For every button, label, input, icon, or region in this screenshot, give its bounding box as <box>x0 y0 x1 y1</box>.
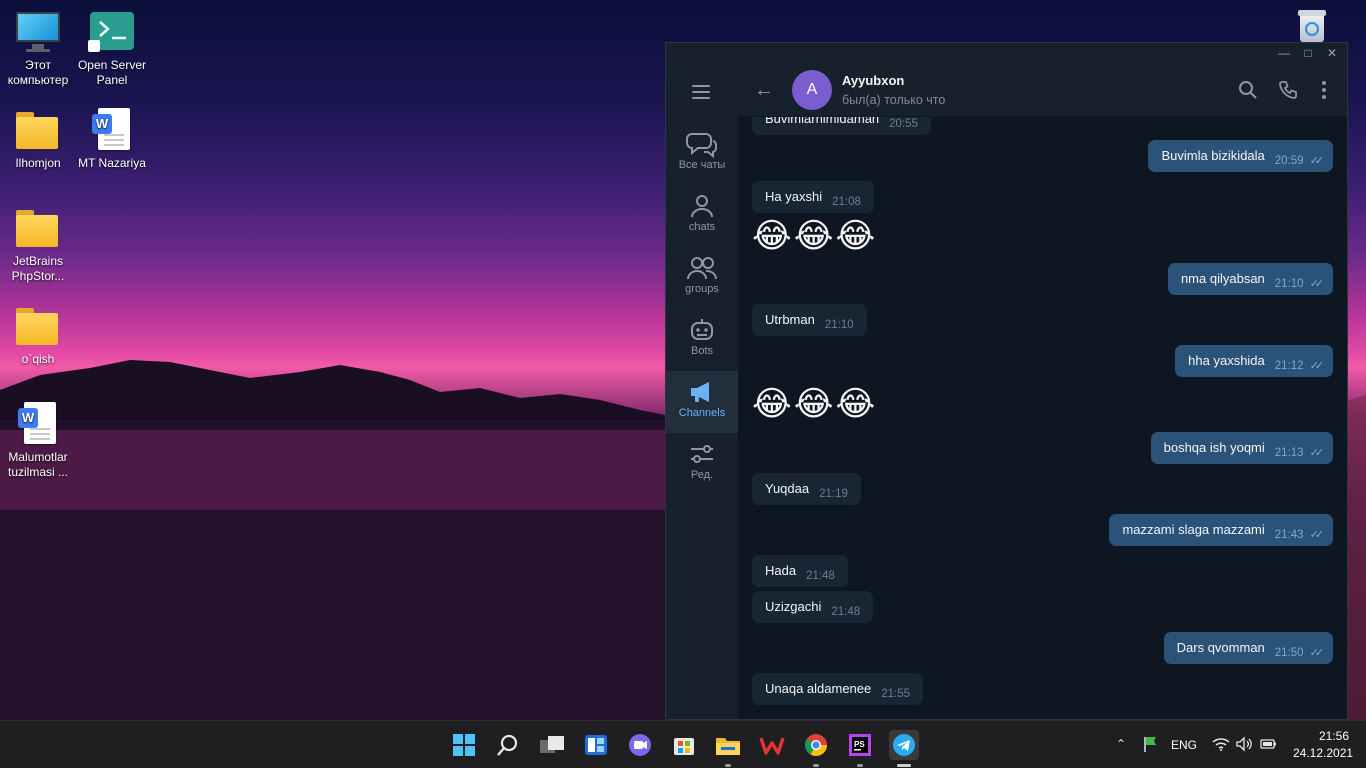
message-outgoing[interactable]: Buvimla bizikidala 20:59 ✓✓ <box>1148 140 1333 172</box>
taskbar: PS ⌃ ENG 21:56 24.12.2021 <box>0 720 1366 768</box>
wps-office-icon[interactable] <box>757 730 787 760</box>
peer-status: был(а) только что <box>842 93 946 107</box>
message-outgoing[interactable]: Dars qvomman 21:50 ✓✓ <box>1163 632 1333 664</box>
desktop-icon-mt-nazariya[interactable]: W MT Nazariya <box>74 108 150 171</box>
clock-time[interactable]: 21:56 <box>1319 729 1349 743</box>
folder-groups[interactable]: groups <box>666 247 738 309</box>
emoji-message[interactable]: 😂😂😂 <box>752 384 877 424</box>
desktop-icon-label: JetBrains PhpStor... <box>11 254 65 283</box>
peer-name[interactable]: Ayyubxon <box>842 73 904 88</box>
message-incoming[interactable]: Yuqdaa 21:19 <box>752 473 861 505</box>
message-incoming[interactable]: Hada 21:48 <box>752 555 848 587</box>
telegram-taskbar-icon[interactable] <box>889 730 919 767</box>
double-check-icon: ✓✓ <box>1309 360 1325 372</box>
phpstorm-icon[interactable]: PS <box>845 730 875 767</box>
folder-label: Bots <box>690 345 713 357</box>
desktop-icon-folder-oqish[interactable]: o`qish <box>0 304 76 367</box>
folder-channels[interactable]: Channels <box>666 371 738 433</box>
desktop-icon-open-server[interactable]: Open Server Panel <box>74 10 150 88</box>
word-document-icon: W <box>14 402 62 446</box>
terminal-icon <box>88 10 136 54</box>
svg-text:PS: PS <box>854 740 865 749</box>
double-check-icon: ✓✓ <box>1309 647 1325 659</box>
desktop-icon-folder-jetbrains[interactable]: JetBrains PhpStor... <box>0 206 76 284</box>
chat-header: ← A Ayyubxon был(а) только что <box>738 63 1347 117</box>
avatar[interactable]: A <box>792 70 832 110</box>
folder-label: groups <box>685 283 719 295</box>
monitor-icon <box>14 10 62 54</box>
folder-edit[interactable]: Ред. <box>666 433 738 495</box>
person-icon <box>666 191 738 221</box>
word-document-icon: W <box>88 108 136 152</box>
message-incoming[interactable]: Ha yaxshi 21:08 <box>752 181 874 213</box>
wifi-icon[interactable] <box>1212 736 1230 752</box>
folder-label: Ред. <box>690 469 714 481</box>
input-language[interactable]: ENG <box>1171 738 1197 752</box>
more-options-icon[interactable] <box>1313 79 1335 101</box>
desktop-icon-label: o`qish <box>21 352 55 366</box>
menu-icon[interactable] <box>692 85 710 99</box>
folder-label: Channels <box>678 407 726 419</box>
message-outgoing[interactable]: mazzami slaga mazzami 21:43 ✓✓ <box>1109 514 1333 546</box>
chat-bubbles-icon <box>666 129 738 159</box>
folder-all-chats[interactable]: Все чаты <box>666 123 738 185</box>
folder-label: chats <box>688 221 716 233</box>
desktop-icon-label: Этот компьютер <box>7 58 69 87</box>
search-icon[interactable] <box>493 730 523 760</box>
telegram-window[interactable]: — □ ✕ Все чаты chats groups Bots Channel… <box>665 42 1348 720</box>
message-outgoing[interactable]: hha yaxshida 21:12 ✓✓ <box>1175 345 1333 377</box>
folder-bots[interactable]: Bots <box>666 309 738 371</box>
message-outgoing[interactable]: boshqa ish yoqmi 21:13 ✓✓ <box>1150 432 1333 464</box>
battery-icon[interactable] <box>1260 737 1278 751</box>
start-icon[interactable] <box>449 730 479 760</box>
folder-label: Все чаты <box>678 159 726 171</box>
file-explorer-icon[interactable] <box>713 730 743 767</box>
double-check-icon: ✓✓ <box>1309 278 1325 290</box>
message-list[interactable]: Buvimlarnimidaman 20:55 Buvimla bizikidal… <box>738 117 1347 719</box>
desktop-icon-label: Ilhomjon <box>15 156 61 170</box>
double-check-icon: ✓✓ <box>1309 529 1325 541</box>
task-view-icon[interactable] <box>537 730 567 760</box>
folders-sidebar: Все чаты chats groups Bots Channels Ред. <box>666 63 738 719</box>
message-outgoing[interactable]: nma qilyabsan 21:10 ✓✓ <box>1167 263 1333 295</box>
close-icon[interactable]: ✕ <box>1321 45 1343 61</box>
clock-date[interactable]: 24.12.2021 <box>1293 746 1353 760</box>
desktop-icon-folder-ilhomjon[interactable]: Ilhomjon <box>0 108 76 171</box>
emoji-message[interactable]: 😂😂😂 <box>752 216 877 256</box>
desktop-icon-label: Open Server Panel <box>77 58 147 87</box>
chrome-icon[interactable] <box>801 730 831 767</box>
phone-icon[interactable] <box>1277 79 1299 101</box>
back-arrow-icon[interactable]: ← <box>754 80 774 100</box>
people-icon <box>666 253 738 283</box>
message-incoming[interactable]: Uzizgachi 21:48 <box>752 591 874 623</box>
robot-icon <box>666 315 738 345</box>
chevron-up-icon[interactable]: ⌃ <box>1116 737 1126 751</box>
desktop-icon-this-pc[interactable]: Этот компьютер <box>0 10 76 88</box>
volume-icon[interactable] <box>1236 736 1252 752</box>
window-titlebar[interactable]: — □ ✕ <box>666 43 1347 63</box>
folder-chats[interactable]: chats <box>666 185 738 247</box>
double-check-icon: ✓✓ <box>1309 447 1325 459</box>
desktop-icon-label: MT Nazariya <box>78 156 146 170</box>
teams-chat-icon[interactable] <box>625 730 655 760</box>
flag-icon[interactable] <box>1142 735 1158 753</box>
megaphone-icon <box>666 377 738 407</box>
recycle-bin-icon[interactable] <box>1292 8 1332 42</box>
folder-icon <box>14 304 62 348</box>
message-incoming[interactable]: Buvimlarnimidaman 20:55 <box>752 117 931 135</box>
widgets-icon[interactable] <box>581 730 611 760</box>
desktop-icon-label: Malumotlar tuzilmasi ... <box>7 450 68 479</box>
message-incoming[interactable]: Utrbman 21:10 <box>752 304 867 336</box>
minimize-icon[interactable]: — <box>1273 45 1295 61</box>
folder-icon <box>14 206 62 250</box>
search-icon[interactable] <box>1237 79 1259 101</box>
desktop-icon-malumotlar[interactable]: W Malumotlar tuzilmasi ... <box>0 402 76 480</box>
sliders-icon <box>666 439 738 469</box>
message-incoming[interactable]: Unaqa aldamenee 21:55 <box>752 673 924 705</box>
maximize-icon[interactable]: □ <box>1297 45 1319 61</box>
folder-icon <box>14 108 62 152</box>
double-check-icon: ✓✓ <box>1309 155 1325 167</box>
microsoft-store-icon[interactable] <box>669 730 699 760</box>
